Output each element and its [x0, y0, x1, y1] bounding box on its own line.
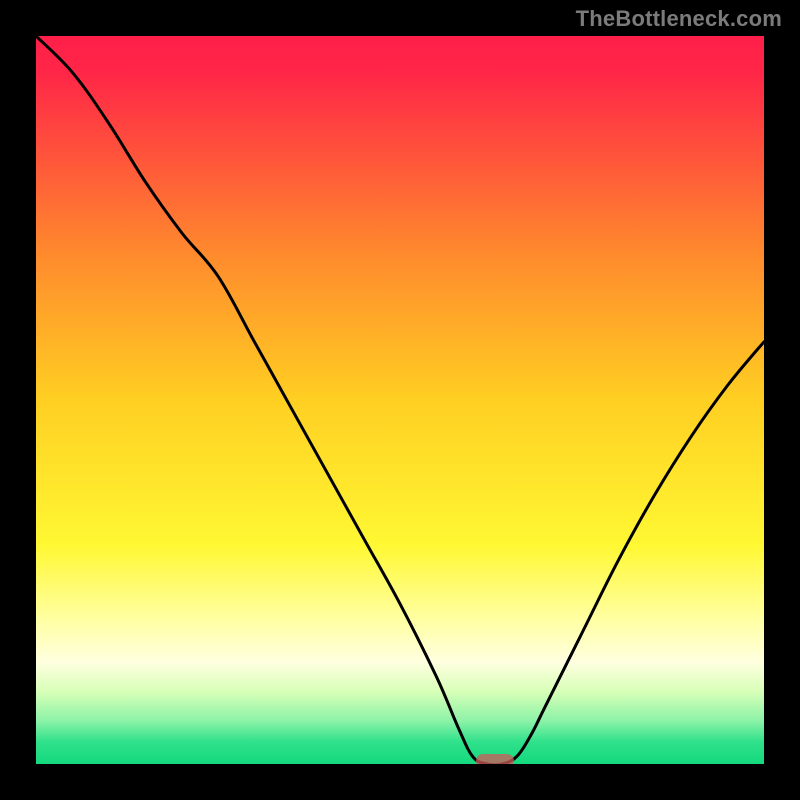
optimal-marker: [476, 754, 514, 764]
attribution-label: TheBottleneck.com: [576, 6, 782, 32]
plot-area: [36, 36, 764, 764]
bottleneck-curve: [36, 36, 764, 764]
chart-frame: TheBottleneck.com: [0, 0, 800, 800]
